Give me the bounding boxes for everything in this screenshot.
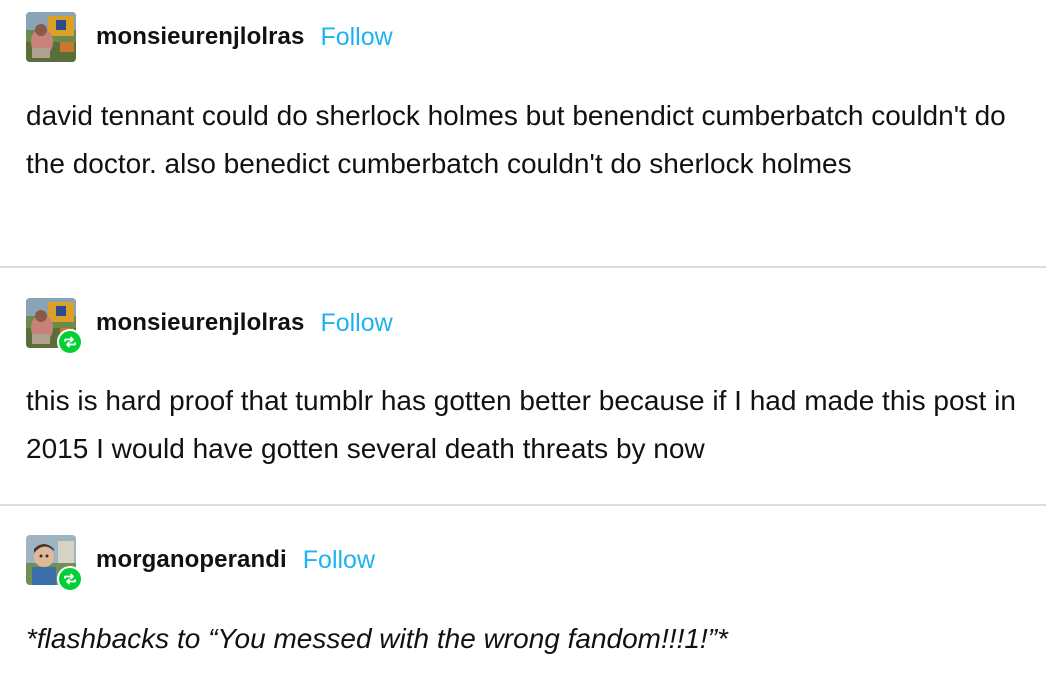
reblog-badge: [57, 566, 83, 592]
avatar-wrapper[interactable]: [26, 12, 76, 62]
username[interactable]: monsieurenjlolras: [96, 23, 304, 51]
reblog-icon: [64, 336, 76, 348]
username[interactable]: monsieurenjlolras: [96, 309, 304, 337]
post-header: monsieurenjlolras Follow: [26, 298, 393, 355]
avatar-wrapper[interactable]: [26, 298, 83, 355]
username[interactable]: morganoperandi: [96, 546, 287, 574]
post-body: *flashbacks to “You messed with the wron…: [26, 623, 728, 654]
post: monsieurenjlolras Follow this is hard pr…: [0, 267, 1046, 505]
follow-button[interactable]: Follow: [320, 23, 392, 52]
reblog-badge: [57, 329, 83, 355]
post-header: monsieurenjlolras Follow: [26, 12, 393, 62]
post-body: david tennant could do sherlock holmes b…: [26, 100, 1006, 179]
post: monsieurenjlolras Follow david tennant c…: [0, 0, 1046, 267]
post: morganoperandi Follow *flashbacks to “Yo…: [0, 505, 1046, 678]
avatar[interactable]: [26, 12, 76, 62]
follow-button[interactable]: Follow: [320, 309, 392, 338]
follow-button[interactable]: Follow: [303, 546, 375, 575]
avatar-wrapper[interactable]: [26, 535, 83, 592]
reblog-icon: [64, 573, 76, 585]
post-body: this is hard proof that tumblr has gotte…: [26, 385, 1016, 464]
post-header: morganoperandi Follow: [26, 535, 375, 592]
